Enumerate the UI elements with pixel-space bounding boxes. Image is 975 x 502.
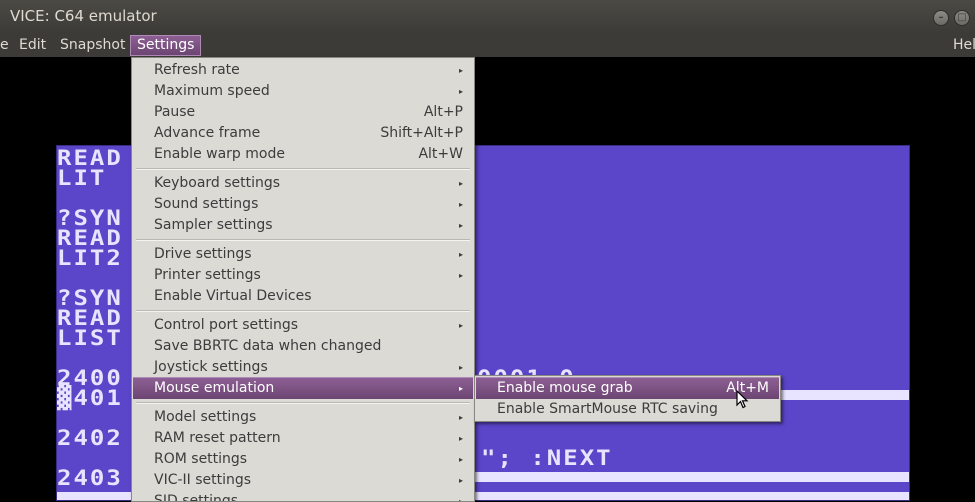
menu-edit[interactable]: Edit (19, 36, 46, 55)
menu-item-label: Save BBRTC data when changed (154, 338, 382, 354)
maximize-button[interactable]: □ (954, 10, 970, 26)
menu-item-label: Enable warp mode (154, 146, 285, 162)
menu-item-advance-frame[interactable]: Advance frame Shift+Alt+P (133, 123, 473, 144)
menu-item-drive-settings[interactable]: Drive settings ▸ (133, 244, 473, 265)
menu-item-label: Advance frame (154, 125, 261, 141)
minimize-icon: – (938, 12, 944, 23)
menu-item-label: SID settings (154, 493, 239, 502)
menu-item-label: Control port settings (154, 317, 299, 333)
menu-separator (136, 168, 470, 170)
menu-item-pause[interactable]: Pause Alt+P (133, 102, 473, 123)
menu-item-label: Printer settings (154, 267, 261, 283)
menu-item-control-port-settings[interactable]: Control port settings ▸ (133, 315, 473, 336)
c64-text-line: LIT (57, 165, 107, 191)
c64-text-line: ?SYN (57, 205, 123, 231)
settings-menu: Refresh rate ▸ Maximum speed ▸ Pause Alt+P … (131, 57, 475, 502)
menu-item-joystick-settings[interactable]: Joystick settings ▸ (133, 357, 473, 378)
c64-text-line: 2402 (57, 425, 123, 451)
submenu-arrow-icon: ▸ (458, 363, 463, 372)
c64-text-line: READ (57, 145, 123, 171)
shortcut-label: Shift+Alt+P (380, 125, 463, 141)
menu-bar: e Edit Snapshot Settings Hel (0, 33, 975, 57)
submenu-arrow-icon: ▸ (458, 455, 463, 464)
shortcut-label: Alt+W (418, 146, 463, 162)
menu-item-label: Mouse emulation (154, 380, 275, 396)
menu-separator (136, 239, 470, 241)
menu-separator (136, 310, 470, 312)
c64-text-line: 2403 (57, 465, 123, 491)
c64-text-line: ?SYN (57, 285, 123, 311)
menu-item-mouse-emulation[interactable]: Mouse emulation ▸ (133, 377, 473, 399)
menu-item-keyboard-settings[interactable]: Keyboard settings ▸ (133, 173, 473, 194)
submenu-arrow-icon: ▸ (458, 476, 463, 485)
menu-item-label: RAM reset pattern (154, 430, 281, 446)
menu-item-label: Pause (154, 104, 196, 120)
menu-item-sound-settings[interactable]: Sound settings ▸ (133, 194, 473, 215)
menu-item-refresh-rate[interactable]: Refresh rate ▸ (133, 60, 473, 81)
c64-text-fragment: "; :NEXT (481, 445, 613, 471)
menu-item-label: Maximum speed (154, 83, 270, 99)
submenu-arrow-icon: ▸ (458, 434, 463, 443)
menu-item-label: Refresh rate (154, 62, 240, 78)
mouse-emulation-submenu: Enable mouse grab Alt+M Enable SmartMouse… (474, 375, 781, 422)
menu-item-label: Sound settings (154, 196, 259, 212)
submenu-arrow-icon: ▸ (458, 66, 463, 75)
minimize-button[interactable]: – (933, 10, 949, 26)
c64-text-line: READ (57, 225, 123, 251)
submenu-arrow-icon: ▸ (458, 87, 463, 96)
menu-settings[interactable]: Settings (130, 35, 202, 56)
c64-highlight-bar (474, 472, 909, 482)
mouse-pointer-icon (736, 390, 749, 409)
menu-item-label: VIC-II settings (154, 472, 252, 488)
submenu-arrow-icon: ▸ (458, 321, 463, 330)
menu-item-rom-settings[interactable]: ROM settings ▸ (133, 449, 473, 470)
menu-item-label: Drive settings (154, 246, 252, 262)
menu-item-save-bbrtc[interactable]: Save BBRTC data when changed (133, 336, 473, 357)
menu-item-sampler-settings[interactable]: Sampler settings ▸ (133, 215, 473, 236)
menu-item-label: ROM settings (154, 451, 248, 467)
maximize-icon: □ (957, 12, 967, 23)
submenu-arrow-icon: ▸ (458, 221, 463, 230)
submenu-arrow-icon: ▸ (458, 384, 463, 393)
c64-highlight-bar (779, 390, 909, 400)
submenu-arrow-icon: ▸ (458, 250, 463, 259)
title-bar: VICE: C64 emulator – □ (0, 0, 975, 33)
menu-item-label: Sampler settings (154, 217, 273, 233)
menu-item-label: Enable mouse grab (497, 380, 633, 396)
menu-item-printer-settings[interactable]: Printer settings ▸ (133, 265, 473, 286)
window-title: VICE: C64 emulator (10, 7, 157, 25)
menu-item-label: Enable SmartMouse RTC saving (497, 401, 718, 417)
menu-item-label: Joystick settings (154, 359, 268, 375)
menu-item-maximum-speed[interactable]: Maximum speed ▸ (133, 81, 473, 102)
menu-help[interactable]: Hel (953, 36, 975, 55)
submenu-arrow-icon: ▸ (458, 179, 463, 188)
menu-item-label: Enable Virtual Devices (154, 288, 312, 304)
menu-item-label: Keyboard settings (154, 175, 281, 191)
menu-separator (136, 402, 470, 404)
menu-item-enable-mouse-grab[interactable]: Enable mouse grab Alt+M (476, 377, 779, 399)
menu-item-model-settings[interactable]: Model settings ▸ (133, 407, 473, 428)
menu-item-virtual-devices[interactable]: Enable Virtual Devices (133, 286, 473, 307)
c64-text-line: LIST (57, 325, 123, 351)
menu-file[interactable]: e (0, 36, 9, 55)
c64-text-line: READ (57, 305, 123, 331)
menu-item-warp-mode[interactable]: Enable warp mode Alt+W (133, 144, 473, 165)
menu-item-vicii-settings[interactable]: VIC-II settings ▸ (133, 470, 473, 491)
menu-item-ram-reset-pattern[interactable]: RAM reset pattern ▸ (133, 428, 473, 449)
submenu-arrow-icon: ▸ (458, 497, 463, 502)
c64-text-line: LIT2 (57, 245, 123, 271)
submenu-arrow-icon: ▸ (458, 271, 463, 280)
submenu-arrow-icon: ▸ (458, 200, 463, 209)
c64-text-line: ▓401 (57, 385, 123, 411)
c64-text-line: 2400 (57, 365, 123, 391)
menu-snapshot[interactable]: Snapshot (60, 36, 125, 55)
menu-item-sid-settings[interactable]: SID settings ▸ (133, 491, 473, 502)
shortcut-label: Alt+P (423, 104, 463, 120)
submenu-arrow-icon: ▸ (458, 413, 463, 422)
menu-item-smartmouse-rtc[interactable]: Enable SmartMouse RTC saving (476, 399, 779, 420)
menu-item-label: Model settings (154, 409, 257, 425)
